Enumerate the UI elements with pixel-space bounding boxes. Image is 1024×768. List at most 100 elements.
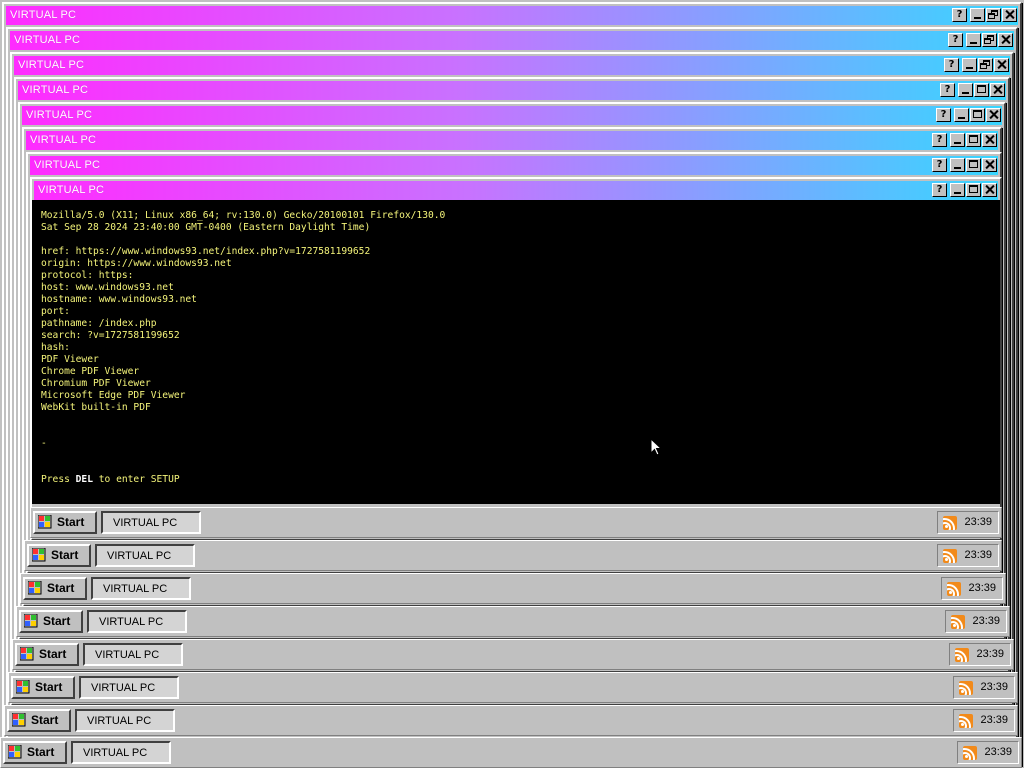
minimize-icon [974,17,981,19]
bios-screen[interactable]: Mozilla/5.0 (X11; Linux x86_64; rv:130.0… [32,200,1000,504]
start-button[interactable]: Start [33,511,97,534]
rss-icon[interactable] [959,681,973,695]
window-title: VIRTUAL PC [10,9,77,21]
start-button[interactable]: Start [27,544,91,567]
minimize-icon [954,192,961,194]
title-bar[interactable]: VIRTUAL PC ? [26,131,998,150]
close-button[interactable] [998,33,1013,47]
windows-logo-icon [16,680,30,694]
title-bar[interactable]: VIRTUAL PC ? [6,6,1018,25]
clock: 23:39 [980,714,1008,726]
task-button-virtual-pc[interactable]: VIRTUAL PC [95,544,195,567]
start-button[interactable]: Start [11,676,75,699]
rss-icon[interactable] [955,648,969,662]
minimize-icon [958,117,965,119]
maximize-button[interactable] [966,158,981,172]
start-button[interactable]: Start [23,577,87,600]
task-button-virtual-pc[interactable]: VIRTUAL PC [101,511,201,534]
title-bar[interactable]: VIRTUAL PC ? [10,31,1014,50]
windows-logo-icon [38,515,52,529]
restore-icon [984,38,991,44]
windows-logo-icon [8,745,22,759]
restore-button[interactable] [978,58,993,72]
window-title: VIRTUAL PC [34,159,101,171]
start-button[interactable]: Start [7,709,71,732]
close-button[interactable] [986,108,1001,122]
close-button[interactable] [990,83,1005,97]
start-label: Start [27,745,55,759]
close-button[interactable] [982,133,997,147]
maximize-button[interactable] [970,108,985,122]
task-button-virtual-pc[interactable]: VIRTUAL PC [71,741,171,764]
minimize-button[interactable] [950,133,965,147]
minimize-button[interactable] [958,83,973,97]
minimize-button[interactable] [950,158,965,172]
help-button[interactable]: ? [944,58,959,72]
task-button-virtual-pc[interactable]: VIRTUAL PC [87,610,187,633]
task-button-virtual-pc[interactable]: VIRTUAL PC [79,676,179,699]
maximize-icon [969,160,978,168]
terminal-line: href: https://www.windows93.net/index.ph… [41,246,371,257]
help-button[interactable]: ? [932,133,947,147]
minimize-icon [954,142,961,144]
terminal-line: hostname: www.windows93.net [41,294,197,305]
help-button[interactable]: ? [948,33,963,47]
start-button[interactable]: Start [3,741,67,764]
terminal-line: origin: https://www.windows93.net [41,258,232,269]
rss-icon[interactable] [943,549,957,563]
help-button[interactable]: ? [932,183,947,197]
maximize-icon [973,110,982,118]
close-button[interactable] [982,158,997,172]
close-button[interactable] [1002,8,1017,22]
taskbar-5: Start VIRTUAL PC 23:39 [16,606,1010,637]
start-button[interactable]: Start [19,610,83,633]
terminal-line: port: [41,306,70,317]
start-label: Start [57,515,85,529]
title-bar[interactable]: VIRTUAL PC ? [30,156,998,175]
restore-button[interactable] [982,33,997,47]
title-bar[interactable]: VIRTUAL PC ? [22,106,1002,125]
help-button[interactable]: ? [940,83,955,97]
rss-icon[interactable] [947,582,961,596]
maximize-button[interactable] [966,133,981,147]
task-button-virtual-pc[interactable]: VIRTUAL PC [75,709,175,732]
close-button[interactable] [994,58,1009,72]
minimize-button[interactable] [966,33,981,47]
maximize-button[interactable] [974,83,989,97]
help-button[interactable]: ? [932,158,947,172]
title-bar[interactable]: VIRTUAL PC ? [18,81,1006,100]
terminal-line: PDF Viewer [41,354,99,365]
maximize-icon [969,135,978,143]
restore-button[interactable] [986,8,1001,22]
minimize-button[interactable] [954,108,969,122]
task-button-virtual-pc[interactable]: VIRTUAL PC [83,643,183,666]
title-bar[interactable]: VIRTUAL PC ? [14,56,1010,75]
help-button[interactable]: ? [952,8,967,22]
help-button[interactable]: ? [936,108,951,122]
start-label: Start [47,581,75,595]
start-label: Start [51,548,79,562]
rss-icon[interactable] [959,714,973,728]
terminal-line: Mozilla/5.0 (X11; Linux x86_64; rv:130.0… [41,210,446,221]
title-bar[interactable]: VIRTUAL PC ? [34,181,998,200]
windows-logo-icon [28,581,42,595]
task-button-virtual-pc[interactable]: VIRTUAL PC [91,577,191,600]
rss-icon[interactable] [963,746,977,760]
clock: 23:39 [980,681,1008,693]
minimize-button[interactable] [970,8,985,22]
rss-icon[interactable] [943,516,957,530]
taskbar-3: Start VIRTUAL PC 23:39 [8,672,1018,703]
start-button[interactable]: Start [15,643,79,666]
restore-icon [980,63,987,69]
close-button[interactable] [982,183,997,197]
rss-icon[interactable] [951,615,965,629]
start-label: Start [39,647,67,661]
minimize-button[interactable] [962,58,977,72]
maximize-button[interactable] [966,183,981,197]
window-title: VIRTUAL PC [14,34,81,46]
terminal-line: protocol: https: [41,270,134,281]
minimize-button[interactable] [950,183,965,197]
